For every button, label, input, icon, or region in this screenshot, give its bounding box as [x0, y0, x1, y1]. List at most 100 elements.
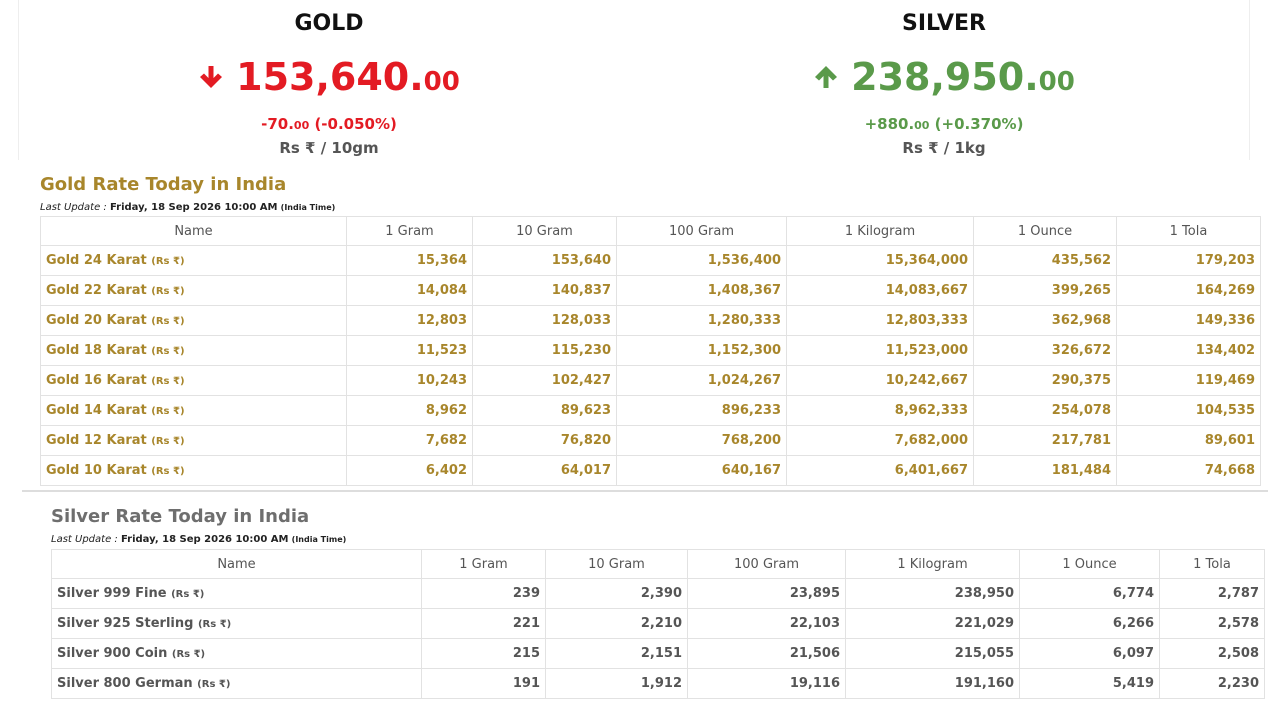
rate-cell: 217,781	[973, 425, 1117, 456]
col-header-1-ounce: 1 Ounce	[1019, 549, 1160, 579]
col-header-1-gram: 1 Gram	[421, 549, 546, 579]
rate-cell: 768,200	[616, 425, 787, 456]
col-header-name: Name	[51, 549, 422, 579]
rate-cell: 254,078	[973, 395, 1117, 426]
currency-tag: (Rs ₹)	[151, 406, 185, 417]
silver-change: +880.00 (+0.370%)	[734, 114, 1154, 134]
row-name: Gold 20 Karat	[46, 313, 147, 328]
rate-cell: 134,402	[1116, 335, 1261, 366]
rate-cell: 2,508	[1159, 638, 1265, 669]
silver-rate-table: Name 1 Gram 10 Gram 100 Gram 1 Kilogram …	[51, 549, 1265, 699]
row-name: Gold 24 Karat	[46, 253, 147, 268]
rate-cell: 7,682	[346, 425, 473, 456]
row-name: Gold 14 Karat	[46, 403, 147, 418]
silver-table-header: Name 1 Gram 10 Gram 100 Gram 1 Kilogram …	[51, 549, 1265, 579]
rate-cell: 14,083,667	[786, 275, 974, 306]
rate-cell: 191	[421, 668, 546, 699]
gold-unit: Rs ₹ / 10gm	[279, 139, 379, 157]
silver-last-update: Last Update : Friday, 18 Sep 2026 10:00 …	[51, 533, 1268, 547]
currency-tag: (Rs ₹)	[197, 679, 231, 690]
col-header-name: Name	[40, 216, 347, 246]
table-row: Silver 800 German (Rs ₹) 191 1,912 19,116 19…	[51, 668, 1265, 699]
arrow-up-icon	[815, 66, 838, 88]
silver-rate-section: Silver Rate Today in India Last Update :…	[22, 495, 1268, 715]
silver-last-update-date: Friday, 18 Sep 2026 10:00 AM	[120, 534, 289, 545]
table-row: Silver 999 Fine (Rs ₹) 239 2,390 23,895 238,…	[51, 578, 1265, 609]
silver-unit: Rs ₹ / 1kg	[902, 139, 986, 157]
rate-cell: 153,640	[472, 245, 617, 276]
table-row: Gold 16 Karat (Rs ₹) 10,243 102,427 1,024,2…	[40, 365, 1261, 396]
rate-cell: 102,427	[472, 365, 617, 396]
rate-cell: 89,623	[472, 395, 617, 426]
col-header-100-gram: 100 Gram	[616, 216, 787, 246]
rate-cell: 2,230	[1159, 668, 1265, 699]
gold-last-update-date: Friday, 18 Sep 2026 10:00 AM	[109, 202, 278, 213]
rate-cell: 326,672	[973, 335, 1117, 366]
rate-cell: 1,536,400	[616, 245, 787, 276]
rate-cell: 149,336	[1116, 305, 1261, 336]
rate-cell: 1,280,333	[616, 305, 787, 336]
col-header-1-gram: 1 Gram	[346, 216, 473, 246]
gold-change-amount: -70.	[261, 115, 294, 133]
silver-price-decimal: 00	[1038, 67, 1075, 97]
silver-last-update-label: Last Update :	[51, 534, 118, 545]
rate-cell: 76,820	[472, 425, 617, 456]
rate-cell: 119,469	[1116, 365, 1261, 396]
rate-cell: 6,402	[346, 455, 473, 486]
row-name-cell: Gold 10 Karat (Rs ₹)	[40, 455, 347, 486]
rate-cell: 5,419	[1019, 668, 1160, 699]
gold-change-decimal: 00	[293, 119, 310, 132]
silver-change-percent: (+0.370%)	[929, 115, 1024, 133]
rate-cell: 11,523	[346, 335, 473, 366]
row-name: Gold 10 Karat	[46, 463, 147, 478]
rate-cell: 1,024,267	[616, 365, 787, 396]
rate-cell: 6,401,667	[786, 455, 974, 486]
table-row: Gold 24 Karat (Rs ₹) 15,364 153,640 1,536,4…	[40, 245, 1261, 276]
silver-price-main: 238,950.	[851, 55, 1039, 99]
gold-price: 153,640. 00	[119, 54, 539, 100]
silver-change-amount: +880.	[864, 115, 915, 133]
gold-table-body: Gold 24 Karat (Rs ₹) 15,364 153,640 1,536,4…	[40, 245, 1261, 486]
rate-cell: 164,269	[1116, 275, 1261, 306]
gold-last-update: Last Update : Friday, 18 Sep 2026 10:00 …	[40, 201, 1268, 215]
rate-cell: 191,160	[845, 668, 1020, 699]
table-row: Gold 14 Karat (Rs ₹) 8,962 89,623 896,233 8,…	[40, 395, 1261, 426]
silver-section-title: Silver Rate Today in India	[51, 506, 310, 527]
rate-cell: 290,375	[973, 365, 1117, 396]
gold-price-decimal: 00	[423, 67, 460, 97]
rate-cell: 2,578	[1159, 608, 1265, 639]
currency-tag: (Rs ₹)	[171, 649, 206, 660]
rate-cell: 64,017	[472, 455, 617, 486]
rate-cell: 399,265	[973, 275, 1117, 306]
table-row: Gold 12 Karat (Rs ₹) 7,682 76,820 768,200 7,…	[40, 425, 1261, 456]
row-name: Gold 16 Karat	[46, 373, 147, 388]
rate-cell: 640,167	[616, 455, 787, 486]
rate-cell: 7,682,000	[786, 425, 974, 456]
currency-tag: (Rs ₹)	[151, 436, 185, 447]
rate-cell: 15,364	[346, 245, 473, 276]
rate-cell: 362,968	[973, 305, 1117, 336]
row-name-cell: Silver 999 Fine (Rs ₹)	[51, 578, 422, 609]
currency-tag: (Rs ₹)	[171, 589, 205, 600]
currency-tag: (Rs ₹)	[151, 346, 185, 357]
row-name-cell: Silver 925 Sterling (Rs ₹)	[51, 608, 422, 639]
gold-last-update-zone: (India Time)	[280, 203, 336, 212]
col-header-10-gram: 10 Gram	[545, 549, 688, 579]
rate-cell: 2,210	[545, 608, 688, 639]
rate-cell: 221,029	[845, 608, 1020, 639]
row-name: Gold 22 Karat	[46, 283, 147, 298]
rate-cell: 238,950	[845, 578, 1020, 609]
silver-table-body: Silver 999 Fine (Rs ₹) 239 2,390 23,895 238,…	[51, 578, 1265, 699]
rate-cell: 6,774	[1019, 578, 1160, 609]
gold-ticker-title: GOLD	[294, 11, 364, 36]
rate-cell: 11,523,000	[786, 335, 974, 366]
col-header-100-gram: 100 Gram	[687, 549, 846, 579]
rate-cell: 19,116	[687, 668, 846, 699]
rate-cell: 15,364,000	[786, 245, 974, 276]
rate-cell: 12,803,333	[786, 305, 974, 336]
currency-tag: (Rs ₹)	[151, 286, 185, 297]
rate-cell: 89,601	[1116, 425, 1261, 456]
silver-last-update-zone: (India Time)	[291, 535, 347, 544]
row-name: Gold 18 Karat	[46, 343, 147, 358]
col-header-1-tola: 1 Tola	[1116, 216, 1261, 246]
